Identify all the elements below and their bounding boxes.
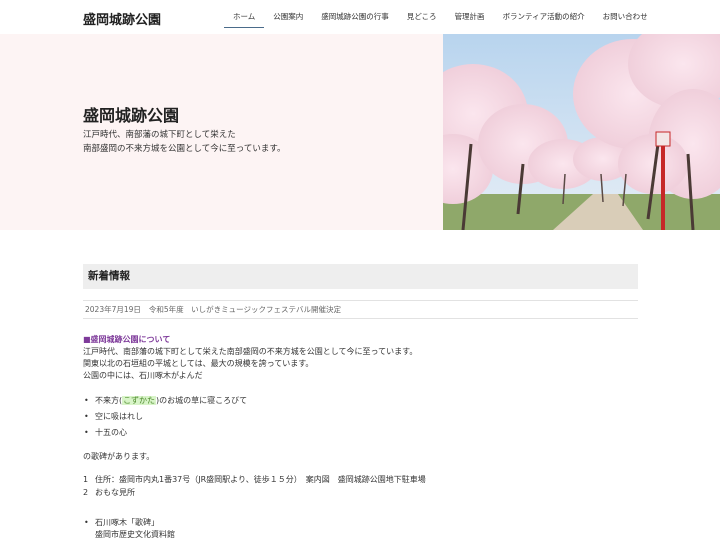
about-heading: ■盛岡城跡公園について bbox=[83, 335, 171, 344]
site-header: 盛岡城跡公園 ホーム 公園案内 盛岡城跡公園の行事 見どころ 管理計画 ボランテ… bbox=[0, 0, 720, 34]
news-date: 2023年7月19日 bbox=[85, 305, 141, 314]
news-heading: 新着情報 bbox=[83, 264, 638, 289]
cherry-blossom-image bbox=[443, 34, 720, 230]
about-text-line: 関東以北の石垣組の平城としては、最大の規模を誇っています。 bbox=[83, 359, 314, 368]
list-number: 1 bbox=[83, 475, 89, 484]
nav-park-guide[interactable]: 公園案内 bbox=[264, 0, 312, 34]
spots-list: 石川啄木「歌碑」 盛岡市歴史文化資料館 bbox=[83, 517, 175, 540]
poem-text: 不来方( bbox=[95, 396, 123, 405]
list-item: 不来方(こずかた)のお城の草に寝ころびて bbox=[83, 393, 247, 409]
hero-title: 盛岡城跡公園 bbox=[83, 106, 180, 125]
about-text-line: 江戸時代、南部藩の城下町として栄えた南部盛岡の不来方城を公園として今に至っていま… bbox=[83, 347, 418, 356]
takuboku-poem-list: 不来方(こずかた)のお城の草に寝ころびて 空に吸はれし 十五の心 bbox=[83, 393, 247, 441]
nav-events[interactable]: 盛岡城跡公園の行事 bbox=[312, 0, 398, 34]
main-nav: ホーム 公園案内 盛岡城跡公園の行事 見どころ 管理計画 ボランティア活動の紹介… bbox=[224, 0, 657, 34]
kozukata-highlight: こずかた bbox=[122, 396, 156, 405]
nav-highlights[interactable]: 見どころ bbox=[398, 0, 446, 34]
nav-contact[interactable]: お問い合わせ bbox=[594, 0, 657, 34]
poem-text: )のお城の草に寝ころびて bbox=[155, 396, 248, 405]
news-item[interactable]: 2023年7月19日 令和5年度 いしがきミュージックフェステバル開催決定 bbox=[83, 300, 638, 319]
nav-management-plan[interactable]: 管理計画 bbox=[446, 0, 494, 34]
list-number: 2 bbox=[83, 488, 89, 497]
address-text: 住所：盛岡市内丸1番37号（JR盛岡駅より、徒歩１５分） 案内図 盛岡城跡公園地… bbox=[95, 475, 426, 484]
spot-text: 盛岡市歴史文化資料館 bbox=[95, 530, 175, 539]
about-text-line: 公園の中には、石川啄木がよんだ bbox=[83, 371, 203, 380]
list-item: 十五の心 bbox=[83, 425, 247, 441]
info-list: 1 住所：盛岡市内丸1番37号（JR盛岡駅より、徒歩１５分） 案内図 盛岡城跡公園… bbox=[83, 473, 426, 499]
hero-subtitle-line: 南部盛岡の不来方城を公園として今に至っています。 bbox=[83, 144, 286, 154]
list-item: 石川啄木「歌碑」 bbox=[83, 517, 175, 529]
nav-volunteer[interactable]: ボランティア活動の紹介 bbox=[494, 0, 594, 34]
site-title[interactable]: 盛岡城跡公園 bbox=[83, 9, 161, 28]
list-item: 1 住所：盛岡市内丸1番37号（JR盛岡駅より、徒歩１５分） 案内図 盛岡城跡公園… bbox=[83, 473, 426, 486]
list-item: 空に吸はれし bbox=[83, 409, 247, 425]
hero-banner: 盛岡城跡公園 江戸時代、南部藩の城下町として栄えた 南部盛岡の不来方城を公園とし… bbox=[0, 34, 720, 230]
spots-heading: おもな見所 bbox=[95, 488, 135, 497]
hero-subtitle: 江戸時代、南部藩の城下町として栄えた 南部盛岡の不来方城を公園として今に至ってい… bbox=[83, 128, 285, 156]
cherry-blossom-photo bbox=[443, 34, 720, 230]
nav-home[interactable]: ホーム bbox=[224, 0, 265, 34]
list-item: 2 おもな見所 bbox=[83, 486, 426, 499]
poem-monument-text: の歌碑があります。 bbox=[83, 452, 155, 461]
hero-subtitle-line: 江戸時代、南部藩の城下町として栄えた bbox=[83, 130, 236, 140]
news-title[interactable]: 令和5年度 いしがきミュージックフェステバル開催決定 bbox=[149, 305, 341, 314]
list-item: 盛岡市歴史文化資料館 bbox=[83, 529, 175, 540]
